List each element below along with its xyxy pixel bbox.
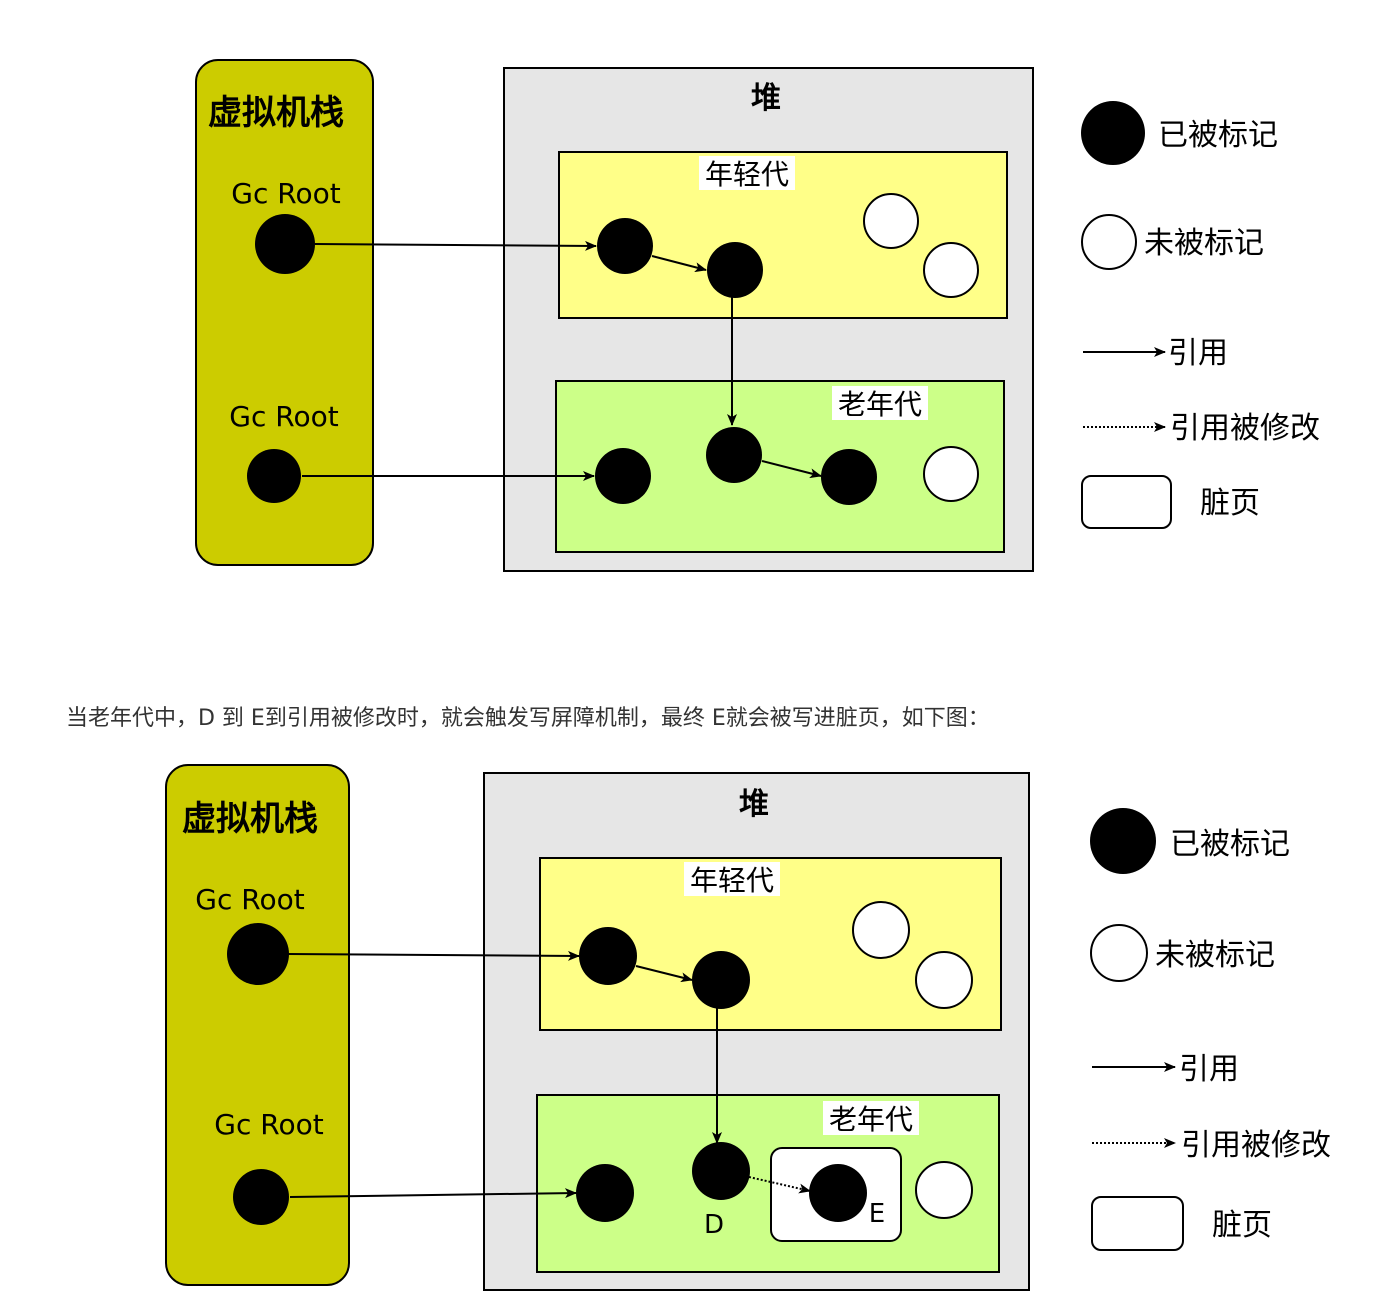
legend-reference-label: 引用: [1179, 1052, 1239, 1087]
gc-diagram-after: 虚拟机栈 Gc Root Gc Root 堆 年轻代 老年代 D E 已被标记 …: [165, 764, 1331, 1291]
heap-label: 堆: [739, 787, 769, 822]
gc-root-label-2: Gc Root: [229, 400, 338, 433]
old-marked-node-d: [706, 427, 762, 483]
gc-root-node-2: [233, 1169, 289, 1225]
gc-root-label-1: Gc Root: [231, 177, 340, 210]
gc-root-node-1: [255, 214, 315, 274]
legend-unmarked-label: 未被标记: [1155, 938, 1275, 973]
old-marked-node-a: [595, 448, 651, 504]
vm-stack-label: 虚拟机栈: [182, 799, 318, 839]
legend-dirty-page-label: 脏页: [1200, 486, 1260, 521]
young-marked-node-a: [579, 927, 637, 985]
young-generation-label: 年轻代: [705, 158, 789, 191]
young-unmarked-node-2: [923, 242, 979, 298]
gc-root-label-2: Gc Root: [214, 1108, 323, 1141]
young-marked-node-a: [597, 218, 653, 274]
caption-text: 当老年代中，D 到 E到引用被修改时，就会触发写屏障机制，最终 E就会被写进脏页…: [66, 706, 990, 731]
legend: 已被标记 未被标记 引用 引用被修改 脏页: [1090, 808, 1331, 1251]
legend-marked-label: 已被标记: [1170, 827, 1290, 862]
node-e-label: E: [869, 1199, 885, 1229]
gc-root-node-1: [227, 923, 289, 985]
gc-root-label-1: Gc Root: [195, 883, 304, 916]
heap-label: 堆: [751, 81, 781, 116]
node-d-label: D: [704, 1210, 724, 1240]
young-generation-label: 年轻代: [690, 864, 774, 897]
gc-root-node-2: [247, 449, 301, 503]
legend-dirty-page-icon: [1081, 475, 1172, 529]
legend-dirty-page-icon: [1091, 1196, 1184, 1251]
legend-reference-label: 引用: [1168, 336, 1228, 371]
legend-unmarked-icon: [1090, 924, 1148, 982]
old-unmarked-node: [915, 1161, 973, 1219]
legend: 已被标记 未被标记 引用 引用被修改 脏页: [1081, 101, 1320, 529]
legend-marked-icon: [1090, 808, 1156, 874]
legend-dirty-page-label: 脏页: [1212, 1208, 1272, 1243]
gc-diagram-before: 虚拟机栈 Gc Root Gc Root 堆 年轻代 老年代 已被标记 未被标记…: [195, 59, 1320, 572]
legend-unmarked-label: 未被标记: [1144, 226, 1264, 261]
old-generation-label: 老年代: [838, 388, 922, 421]
old-marked-node-a: [576, 1164, 634, 1222]
old-marked-node-e: [821, 449, 877, 505]
legend-marked-icon: [1081, 101, 1145, 165]
young-unmarked-node-1: [863, 193, 919, 249]
old-marked-node-d: [692, 1142, 750, 1200]
old-marked-node-e: [809, 1164, 867, 1222]
legend-modified-label: 引用被修改: [1170, 411, 1320, 446]
young-marked-node-b: [692, 951, 750, 1009]
old-unmarked-node: [923, 446, 979, 502]
old-generation-label: 老年代: [829, 1103, 913, 1136]
young-unmarked-node-1: [852, 901, 910, 959]
vm-stack-label: 虚拟机栈: [208, 93, 344, 133]
legend-unmarked-icon: [1081, 214, 1137, 270]
legend-marked-label: 已被标记: [1158, 118, 1278, 153]
young-marked-node-b: [707, 242, 763, 298]
legend-modified-label: 引用被修改: [1181, 1128, 1331, 1163]
young-unmarked-node-2: [915, 951, 973, 1009]
